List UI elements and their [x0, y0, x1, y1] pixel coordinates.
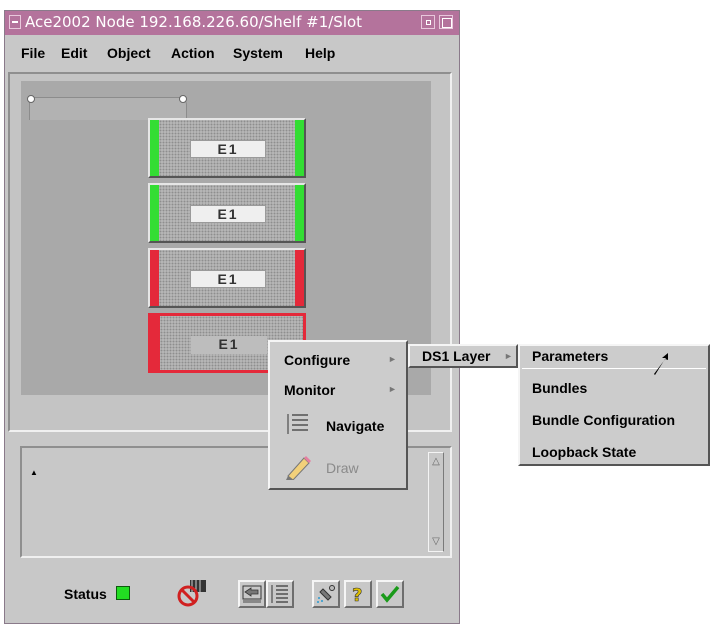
status-label: Status	[64, 586, 107, 602]
spray-icon	[317, 585, 335, 603]
mouse-pointer-icon	[654, 353, 668, 375]
shelf-tab	[27, 95, 187, 120]
menu-action[interactable]: Action	[171, 45, 215, 61]
card-status-stripe	[150, 185, 159, 241]
card-status-stripe	[295, 120, 304, 176]
minimize-button[interactable]	[421, 15, 435, 29]
back-arrow-icon	[242, 585, 262, 603]
menu-item-parameters[interactable]: Parameters	[532, 348, 608, 364]
tab-corner-dot	[27, 95, 35, 103]
scroll-down-arrow-icon[interactable]: ▽	[430, 533, 442, 551]
card-status-stripe	[295, 250, 304, 306]
context-menu: Configure ► Monitor ► Navigate Draw	[268, 340, 408, 490]
window-menu-icon[interactable]	[9, 15, 21, 29]
list-icon	[271, 585, 288, 603]
status-indicator-led	[116, 586, 130, 600]
card-status-stripe	[295, 185, 304, 241]
svg-text:?: ?	[352, 585, 362, 606]
menu-item-draw: Draw	[326, 460, 359, 476]
card-status-stripe	[150, 120, 159, 176]
menu-object[interactable]: Object	[107, 45, 151, 61]
menu-item-navigate[interactable]: Navigate	[326, 418, 384, 434]
navigate-list-icon	[287, 414, 308, 434]
title-bar[interactable]: Ace2002 Node 192.168.226.60/Shelf #1/Slo…	[5, 11, 459, 35]
scroll-up-arrow-icon[interactable]: △	[430, 453, 442, 471]
check-icon	[380, 585, 400, 603]
spray-button[interactable]	[312, 580, 340, 608]
ds1-layer-submenu: Parameters Bundles Bundle Configuration …	[518, 344, 710, 466]
menu-item-loopback-state[interactable]: Loopback State	[532, 444, 636, 460]
submenu-arrow-icon: ►	[388, 354, 397, 364]
submenu-arrow-icon: ►	[504, 351, 513, 361]
bottom-toolbar: Status ?	[20, 568, 452, 612]
text-caret-icon: ▲	[30, 468, 38, 477]
submenu-arrow-icon: ►	[388, 384, 397, 394]
pencil-icon	[286, 456, 311, 480]
menu-help[interactable]: Help	[305, 45, 335, 61]
maximize-button[interactable]	[439, 15, 453, 29]
card-label: E1	[191, 336, 267, 354]
tab-corner-dot	[179, 95, 187, 103]
e1-card-2[interactable]: E1	[148, 183, 306, 243]
e1-card-3[interactable]: E1	[148, 248, 306, 308]
card-label: E1	[190, 205, 266, 223]
message-scrollbar[interactable]: △ ▽	[428, 452, 444, 552]
menu-file[interactable]: File	[21, 45, 45, 61]
card-status-stripe	[150, 250, 159, 306]
menu-item-monitor[interactable]: Monitor	[284, 382, 335, 398]
menu-bar: File Edit Object Action System Help	[7, 39, 457, 67]
menu-item-ds1-layer[interactable]: DS1 Layer	[422, 348, 490, 364]
card-label: E1	[190, 270, 266, 288]
help-button[interactable]: ?	[344, 580, 372, 608]
back-arrow-button[interactable]	[238, 580, 266, 608]
menu-system[interactable]: System	[233, 45, 283, 61]
menu-edit[interactable]: Edit	[61, 45, 87, 61]
list-button[interactable]	[266, 580, 294, 608]
card-status-stripe	[151, 316, 160, 370]
window-title: Ace2002 Node 192.168.226.60/Shelf #1/Slo…	[25, 13, 363, 31]
ok-button[interactable]	[376, 580, 404, 608]
card-label: E1	[190, 140, 266, 158]
configure-submenu: DS1 Layer ►	[408, 344, 518, 368]
menu-item-bundle-configuration[interactable]: Bundle Configuration	[532, 412, 675, 428]
menu-item-bundles[interactable]: Bundles	[532, 380, 587, 396]
no-entry-icon[interactable]	[176, 578, 212, 608]
help-icon: ?	[352, 585, 363, 606]
e1-card-1[interactable]: E1	[148, 118, 306, 178]
menu-item-configure[interactable]: Configure	[284, 352, 350, 368]
